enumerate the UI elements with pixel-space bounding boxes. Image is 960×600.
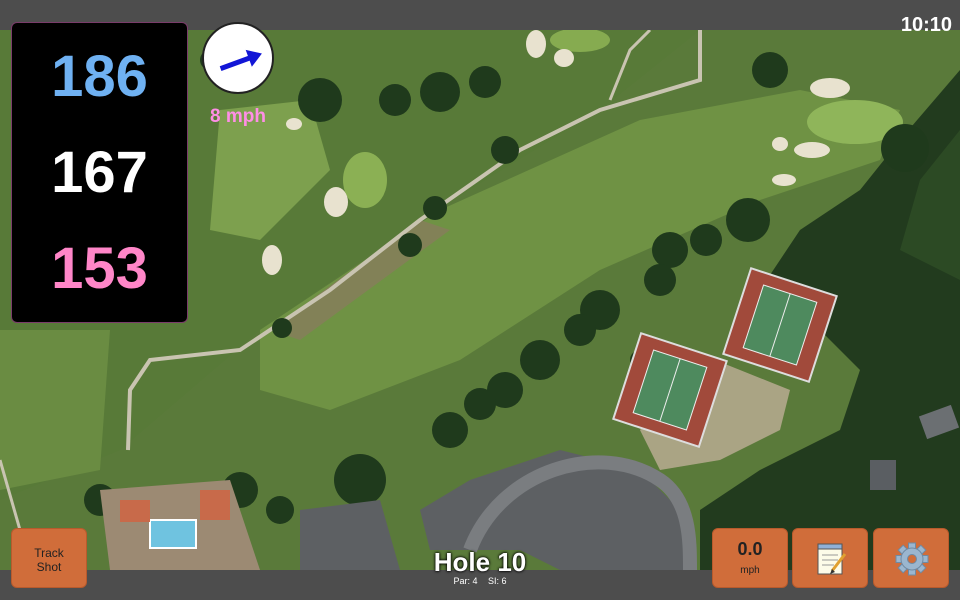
front-yardage: 153	[51, 236, 148, 301]
yardage-panel: 186 167 153	[11, 22, 188, 323]
track-shot-label-line2: Shot	[36, 560, 62, 574]
back-yardage: 186	[51, 44, 148, 109]
hole-info: Par: 4 SI: 6	[380, 576, 580, 586]
middle-yardage: 167	[51, 140, 148, 205]
wind-direction-arrow-icon	[219, 49, 262, 71]
stroke-index-label: SI: 6	[488, 576, 507, 586]
speed-unit: mph	[740, 565, 760, 576]
settings-button[interactable]	[873, 528, 949, 588]
notes-button[interactable]	[792, 528, 868, 588]
gear-icon	[895, 542, 929, 576]
hole-title: Hole 10	[433, 547, 527, 577]
wind-indicator[interactable]	[202, 22, 274, 94]
notepad-icon	[817, 543, 847, 575]
clock-time: 10:10	[900, 14, 952, 36]
wind-speed-label: 8 mph	[210, 106, 266, 127]
speed-value: 0.0	[737, 539, 763, 559]
track-shot-button[interactable]: Track Shot	[11, 528, 87, 588]
track-shot-label-line1: Track	[34, 546, 64, 560]
speed-button[interactable]: 0.0 mph	[712, 528, 788, 588]
par-label: Par: 4	[453, 576, 478, 586]
